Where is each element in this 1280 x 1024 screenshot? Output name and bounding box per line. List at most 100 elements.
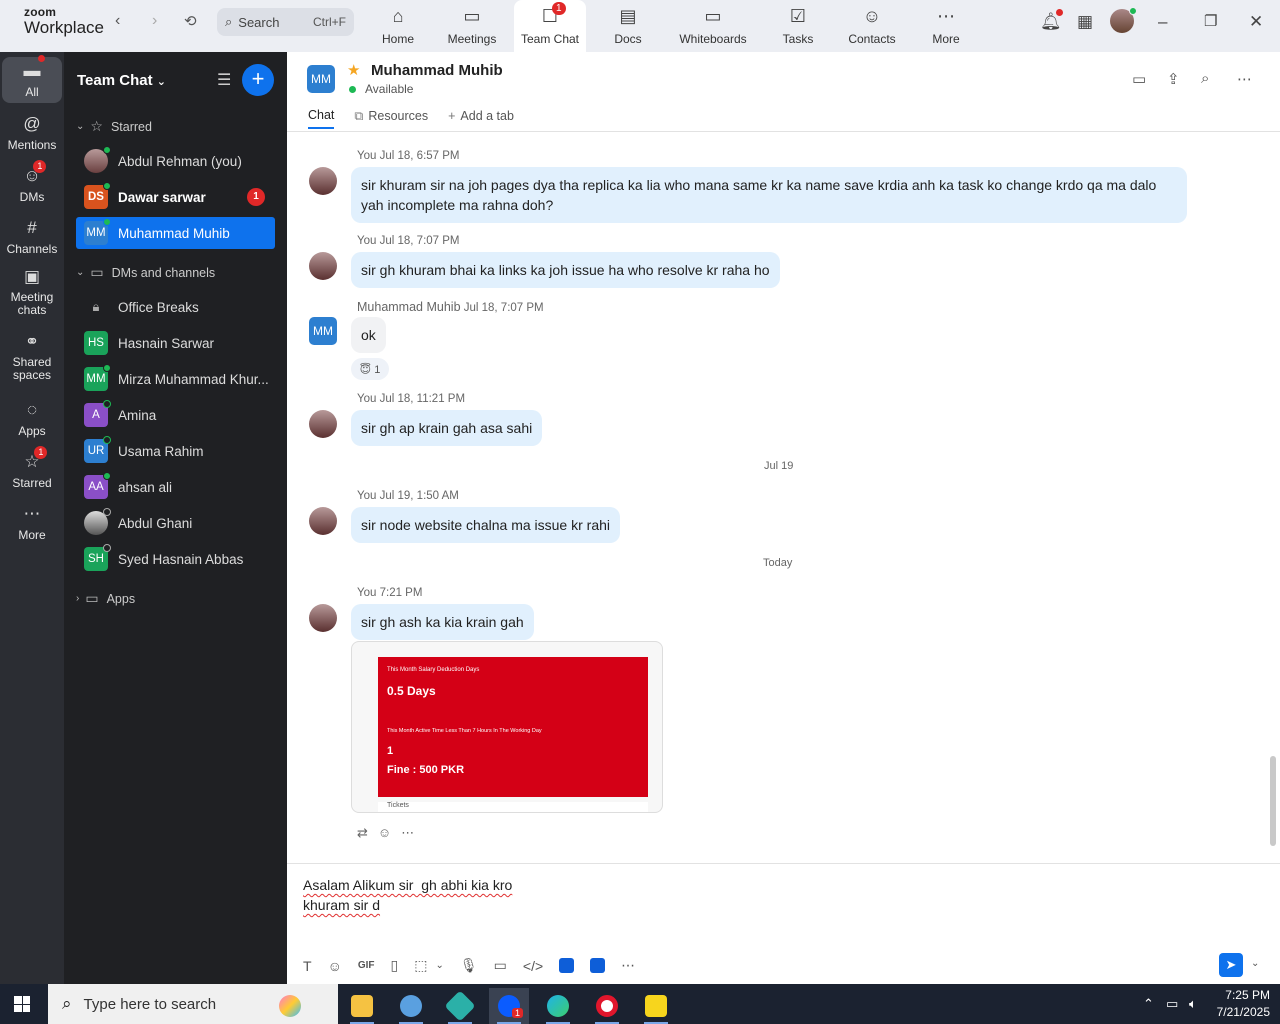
history-icon[interactable]: ⟲	[184, 12, 197, 30]
nav-team-chat[interactable]: ☐ 1 Team Chat	[514, 0, 586, 52]
tab-chat[interactable]: Chat	[308, 108, 335, 129]
clock[interactable]: 7:25 PM 7/21/2025	[1210, 987, 1270, 1021]
app-icon[interactable]	[391, 988, 431, 1024]
sidebar-item-hasnain-sarwar[interactable]: HS Hasnain Sarwar	[76, 327, 275, 359]
chevron-down-icon[interactable]: ⌄	[1251, 958, 1259, 969]
avatar	[84, 146, 111, 173]
zoom-taskbar-icon[interactable]: 1	[489, 988, 529, 1024]
sidebar-item-usama-rahim[interactable]: UR Usama Rahim	[76, 435, 275, 467]
nav-more[interactable]: ⋯ More	[914, 0, 978, 52]
windows-start-icon[interactable]	[14, 996, 30, 1012]
screenshot-icon[interactable]: ⬚	[414, 957, 427, 974]
message-bubble[interactable]: ok	[351, 317, 386, 353]
app-icon[interactable]	[559, 958, 575, 973]
more-options-icon[interactable]: ⋯	[1237, 70, 1252, 88]
rail-more[interactable]: ⋯ More	[2, 504, 62, 542]
app-icon[interactable]	[590, 958, 606, 973]
sidebar-item-abdul-ghani[interactable]: Abdul Ghani	[76, 507, 275, 539]
microphone-icon[interactable]: 🎙︎	[460, 957, 478, 974]
sidebar-item-muhammad-muhib[interactable]: MM Muhammad Muhib	[76, 217, 275, 249]
tab-resources[interactable]: ⧉ Resources	[354, 108, 428, 129]
forward-arrow-icon[interactable]: ›	[152, 12, 157, 30]
sidebar-item-amina[interactable]: A Amina	[76, 399, 275, 431]
network-icon[interactable]: ▭	[1166, 996, 1178, 1012]
rail-all[interactable]: ▬ All	[2, 55, 62, 103]
sidebar-item-office-breaks[interactable]: 🔒︎ Office Breaks	[76, 291, 275, 323]
video-message-icon[interactable]: ▭	[494, 957, 507, 974]
file-explorer-icon[interactable]	[342, 988, 382, 1024]
share-icon: ⚭	[24, 332, 40, 351]
close-icon[interactable]: ✕	[1249, 12, 1263, 32]
search-box[interactable]: ⌕ Search Ctrl+F	[217, 8, 354, 36]
message-meta: You Jul 19, 1:50 AM	[357, 490, 459, 502]
rail-meeting-chats[interactable]: ▣ Meeting chats	[2, 268, 62, 317]
edge-icon[interactable]	[538, 988, 578, 1024]
rail-dms[interactable]: ☺ 1 DMs	[2, 160, 62, 204]
rail-apps[interactable]: ◌ Apps	[2, 400, 62, 438]
rail-mentions[interactable]: @ Mentions	[2, 114, 62, 152]
opera-icon[interactable]	[587, 988, 627, 1024]
reply-icon[interactable]: ⇄	[357, 825, 368, 841]
reaction-chip[interactable]: 😇 1	[351, 358, 389, 380]
rail-channels[interactable]: # Channels	[2, 218, 62, 256]
sidebar-item-syed-hasnain-abbas[interactable]: SH Syed Hasnain Abbas	[76, 543, 275, 575]
contact-avatar[interactable]: MM	[307, 65, 335, 93]
nav-meetings[interactable]: ▭ Meetings	[440, 0, 504, 52]
minimize-icon[interactable]: –	[1158, 12, 1167, 32]
chevron-up-icon[interactable]: ⌃	[1143, 996, 1154, 1012]
emoji-reaction-icon[interactable]: ☺	[378, 825, 391, 841]
profile-avatar[interactable]	[1110, 7, 1137, 33]
more-options-icon[interactable]: ⋯	[401, 825, 414, 841]
section-apps[interactable]: › ▭ Apps	[76, 590, 135, 607]
filter-icon[interactable]: ☰	[217, 70, 231, 90]
widgets-icon[interactable]	[270, 988, 310, 1024]
contact-name[interactable]: Muhammad Muhib	[371, 62, 503, 79]
sidebar-item-abdul-rehman[interactable]: Abdul Rehman (you)	[76, 145, 275, 177]
sidebar-title[interactable]: Team Chat ⌄	[77, 72, 166, 89]
message-bubble[interactable]: sir gh khuram bhai ka links ka joh issue…	[351, 252, 780, 288]
search-icon[interactable]: ⌕	[1201, 70, 1209, 87]
nav-whiteboards[interactable]: ▭ Whiteboards	[670, 0, 756, 52]
calendar-icon[interactable]: ▦	[1077, 12, 1093, 32]
nav-contacts[interactable]: ☺ Contacts	[840, 0, 904, 52]
rail-starred[interactable]: ☆ 1 Starred	[2, 446, 62, 490]
section-dms[interactable]: ⌄ ▭ DMs and channels	[76, 264, 215, 281]
tab-add[interactable]: + Add a tab	[448, 108, 514, 129]
star-icon[interactable]: ★	[347, 61, 360, 79]
new-chat-button[interactable]: +	[242, 64, 274, 96]
emoji-icon[interactable]: ☺	[328, 958, 342, 974]
send-button[interactable]: ➤	[1219, 953, 1243, 977]
message-input[interactable]: Asalam Alikum sir gh abhi kia kro khuram…	[303, 875, 512, 915]
more-options-icon[interactable]: ⋯	[621, 957, 635, 974]
file-icon[interactable]: ▯	[391, 957, 399, 974]
rail-shared-spaces[interactable]: ⚭ Shared spaces	[2, 332, 62, 382]
attachment-footer: Tickets	[378, 802, 648, 812]
back-arrow-icon[interactable]: ‹	[115, 12, 120, 30]
scrollbar[interactable]	[1270, 756, 1276, 846]
message-bubble[interactable]: sir khuram sir na joh pages dya tha repl…	[351, 167, 1187, 223]
volume-icon[interactable]: 🔈︎	[1189, 996, 1197, 1012]
sticky-notes-icon[interactable]	[636, 988, 676, 1024]
message-list[interactable]: You Jul 18, 6:57 PM sir khuram sir na jo…	[287, 133, 1280, 863]
sidebar-item-ahsan-ali[interactable]: AA ahsan ali	[76, 471, 275, 503]
sidebar-item-mirza[interactable]: MM Mirza Muhammad Khur...	[76, 363, 275, 395]
chevron-down-icon[interactable]: ⌄	[435, 960, 443, 971]
gif-icon[interactable]: GIF	[358, 960, 375, 971]
nav-docs[interactable]: ▤ Docs	[596, 0, 660, 52]
code-icon[interactable]: </>	[523, 958, 543, 974]
image-attachment[interactable]: This Month Salary Deduction Days 0.5 Day…	[351, 641, 663, 813]
message-bubble[interactable]: sir node website chalna ma issue kr rahi	[351, 507, 621, 543]
message-bubble[interactable]: sir gh ash ka kia krain gah	[351, 604, 534, 640]
app-icon[interactable]	[440, 988, 480, 1024]
video-call-icon[interactable]: ▭	[1132, 70, 1146, 88]
nav-home[interactable]: ⌂ Home	[366, 0, 430, 52]
restore-icon[interactable]: ❐	[1204, 12, 1217, 30]
section-starred[interactable]: ⌄ ☆ Starred	[76, 118, 152, 135]
sidebar-item-dawar-sarwar[interactable]: DS Dawar sarwar 1	[76, 181, 275, 213]
share-screen-icon[interactable]: ⇪	[1167, 70, 1180, 88]
avatar: SH	[84, 544, 111, 571]
format-text-icon[interactable]: T	[303, 958, 312, 974]
contact-status: Available	[349, 82, 413, 96]
message-bubble[interactable]: sir gh ap krain gah asa sahi	[351, 410, 543, 446]
nav-tasks[interactable]: ☑ Tasks	[766, 0, 830, 52]
